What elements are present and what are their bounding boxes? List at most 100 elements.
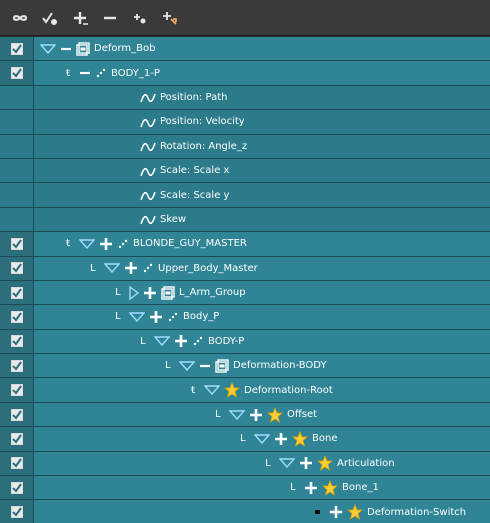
plus-icon[interactable] bbox=[124, 261, 138, 275]
layer-row[interactable]: ŧ BLONDE_GUY_MASTER bbox=[0, 232, 490, 257]
layer-enable-checkbox[interactable] bbox=[10, 237, 23, 250]
group-icon bbox=[76, 41, 90, 56]
layer-name: Deformation-Root bbox=[244, 384, 333, 396]
plus-icon[interactable] bbox=[249, 408, 263, 422]
layer-enable-checkbox[interactable] bbox=[10, 310, 23, 323]
layer-enable-checkbox[interactable] bbox=[10, 335, 23, 348]
collapse-arrow-icon[interactable] bbox=[129, 285, 140, 300]
layer-enable-cell bbox=[0, 85, 34, 110]
layer-name: Rotation: Angle_z bbox=[160, 140, 248, 152]
deformer-star-icon bbox=[322, 479, 338, 496]
layer-enable-cell bbox=[0, 476, 34, 500]
layer-row[interactable]: L Upper_Body_Master bbox=[0, 256, 490, 281]
layer-content: Deform_Bob bbox=[40, 37, 156, 60]
layer-name: Deformation-BODY bbox=[233, 360, 327, 372]
layer-enable-checkbox[interactable] bbox=[10, 359, 23, 372]
expand-arrow-icon[interactable] bbox=[279, 456, 296, 470]
deformer-star-icon bbox=[317, 455, 333, 472]
expand-arrow-icon[interactable] bbox=[104, 261, 121, 275]
layer-enable-cell bbox=[0, 329, 34, 354]
layer-row[interactable]: L L_Arm_Group bbox=[0, 280, 490, 306]
tree-connector: L bbox=[265, 457, 272, 469]
check-add-icon[interactable] bbox=[38, 6, 62, 30]
deformer-star-icon bbox=[267, 406, 283, 423]
group-icon bbox=[215, 359, 229, 373]
layer-enable-checkbox[interactable] bbox=[10, 506, 23, 519]
layer-enable-checkbox[interactable] bbox=[10, 408, 23, 421]
add-keyframe-icon[interactable] bbox=[128, 6, 152, 30]
layer-row[interactable]: Skew bbox=[0, 207, 490, 233]
expand-arrow-icon[interactable] bbox=[179, 359, 196, 373]
layer-enable-checkbox[interactable] bbox=[10, 262, 23, 275]
layer-enable-checkbox[interactable] bbox=[10, 432, 23, 445]
expand-arrow-icon[interactable] bbox=[79, 237, 96, 251]
layer-enable-checkbox[interactable] bbox=[10, 286, 23, 299]
plus-icon[interactable] bbox=[149, 310, 163, 324]
expand-arrow-icon[interactable] bbox=[154, 334, 171, 348]
layer-content: L BODY-P bbox=[140, 330, 244, 353]
layer-row[interactable]: L Articulation bbox=[0, 451, 490, 477]
layer-row[interactable]: Rotation: Angle_z bbox=[0, 134, 490, 159]
expand-arrow-icon[interactable] bbox=[40, 42, 56, 56]
layer-name: Bone_1 bbox=[342, 482, 379, 494]
plus-icon[interactable] bbox=[299, 456, 313, 470]
layer-row[interactable]: ŧ BODY_1-P bbox=[0, 61, 490, 86]
layer-enable-checkbox[interactable] bbox=[10, 481, 23, 494]
plus-icon[interactable] bbox=[143, 286, 157, 300]
minus-icon[interactable] bbox=[199, 359, 211, 373]
layer-row[interactable]: Scale: Scale y bbox=[0, 183, 490, 208]
add-peg-icon[interactable] bbox=[158, 6, 182, 30]
layer-row[interactable]: L Offset bbox=[0, 402, 490, 428]
layer-content: L Bone bbox=[240, 427, 338, 450]
peg-icon bbox=[117, 237, 129, 251]
expand-arrow-icon[interactable] bbox=[204, 383, 221, 397]
layer-enable-cell bbox=[0, 427, 34, 451]
layer-content: ŧ Deformation-Root bbox=[190, 378, 333, 401]
expand-arrow-icon[interactable] bbox=[254, 432, 271, 446]
layer-enable-cell bbox=[0, 305, 34, 329]
layer-row[interactable]: L Body_P bbox=[0, 305, 490, 330]
plus-icon[interactable] bbox=[329, 505, 343, 519]
layer-row[interactable]: L BODY-P bbox=[0, 329, 490, 355]
plus-icon[interactable] bbox=[68, 6, 92, 30]
layer-row[interactable]: Scale: Scale x bbox=[0, 158, 490, 184]
tree-connector: ŧ bbox=[190, 384, 197, 396]
layer-row[interactable]: Deformation-Switch bbox=[0, 500, 490, 523]
deformer-star-icon bbox=[224, 382, 240, 398]
layer-enable-cell bbox=[0, 61, 34, 85]
layer-row[interactable]: Position: Path bbox=[0, 85, 490, 111]
layer-enable-checkbox[interactable] bbox=[10, 384, 23, 397]
layer-row[interactable]: ŧ Deformation-Root bbox=[0, 378, 490, 403]
layer-content: L Bone_1 bbox=[290, 476, 379, 499]
layer-enable-cell bbox=[0, 354, 34, 378]
plus-icon[interactable] bbox=[304, 481, 318, 495]
infinity-icon[interactable] bbox=[8, 6, 32, 30]
minus-icon[interactable] bbox=[60, 42, 72, 56]
peg-icon bbox=[95, 66, 107, 80]
group-icon bbox=[161, 285, 175, 300]
layer-row[interactable]: L Bone bbox=[0, 427, 490, 452]
layer-row[interactable]: Deform_Bob bbox=[0, 37, 490, 62]
function-curve-icon bbox=[140, 212, 156, 226]
plus-icon[interactable] bbox=[274, 432, 288, 446]
layer-content: Scale: Scale x bbox=[140, 159, 229, 182]
layer-enable-checkbox[interactable] bbox=[10, 457, 23, 470]
plus-icon[interactable] bbox=[99, 237, 113, 251]
layer-enable-cell bbox=[0, 256, 34, 280]
deformer-star-icon bbox=[347, 504, 363, 520]
layer-name: BLONDE_GUY_MASTER bbox=[133, 238, 247, 250]
layer-row[interactable]: L Bone_1 bbox=[0, 476, 490, 501]
expand-arrow-icon[interactable] bbox=[229, 408, 246, 422]
layer-enable-checkbox[interactable] bbox=[10, 42, 23, 55]
tree-connector: L bbox=[215, 409, 222, 421]
minus-icon[interactable] bbox=[98, 6, 122, 30]
layer-enable-checkbox[interactable] bbox=[10, 67, 23, 80]
expand-arrow-icon[interactable] bbox=[129, 310, 146, 324]
plus-icon[interactable] bbox=[174, 334, 188, 348]
layer-name: Skew bbox=[160, 213, 187, 225]
tree-connector: L bbox=[115, 311, 122, 323]
layer-row[interactable]: Position: Velocity bbox=[0, 110, 490, 135]
minus-icon[interactable] bbox=[79, 66, 91, 80]
layer-row[interactable]: L Deformation-BODY bbox=[0, 354, 490, 379]
layer-enable-cell bbox=[0, 451, 34, 476]
